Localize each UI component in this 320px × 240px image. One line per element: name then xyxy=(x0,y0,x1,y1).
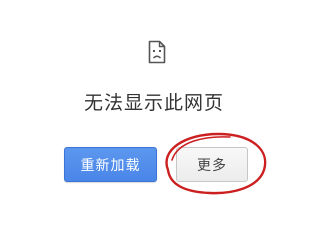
reload-button[interactable]: 重新加载 xyxy=(64,147,157,182)
sad-page-icon xyxy=(148,40,166,64)
error-page: 无法显示此网页 重新加载 更多 xyxy=(0,0,308,210)
more-button[interactable]: 更多 xyxy=(176,147,248,182)
error-title: 无法显示此网页 xyxy=(83,92,224,114)
